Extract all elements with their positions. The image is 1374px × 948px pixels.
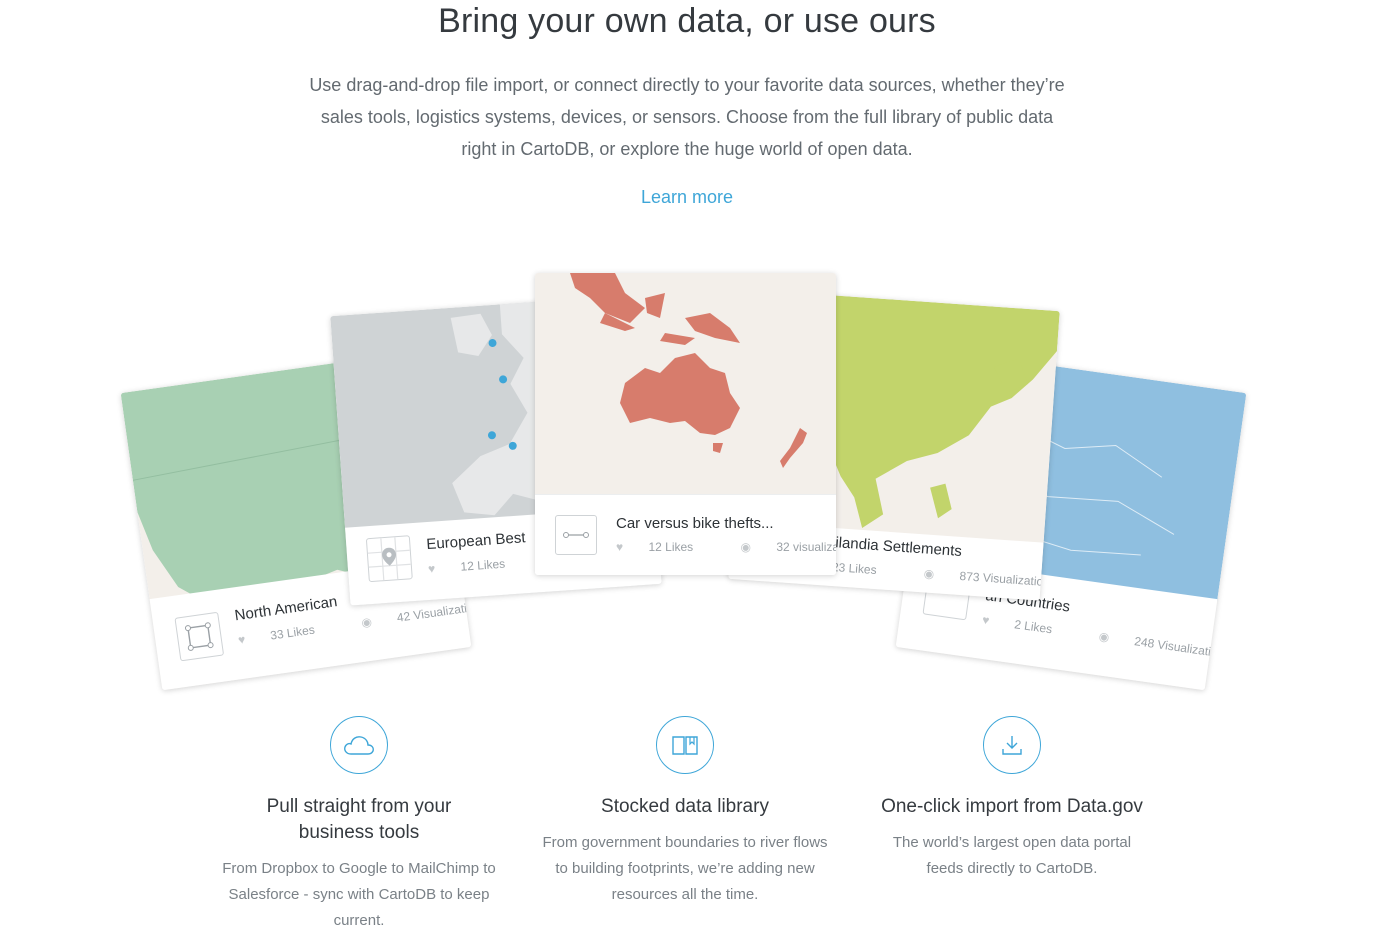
eye-icon: ◉ <box>360 614 373 630</box>
feature-text: From government boundaries to river flow… <box>542 834 828 903</box>
feature-title: Pull straight from your business tools <box>266 796 452 843</box>
card-title: Car versus bike thefts... <box>616 515 774 532</box>
map-thumbnail <box>535 273 836 495</box>
views-count: 42 Visualizations <box>395 598 472 625</box>
heart-icon: ♥ <box>427 561 436 577</box>
download-icon <box>983 716 1041 774</box>
heart-icon: ♥ <box>237 632 247 648</box>
route-icon <box>555 515 597 555</box>
feature-text: The world’s largest open data portal fee… <box>892 834 1132 877</box>
card-title: North American <box>233 593 339 625</box>
section-title: Bring your own data, or use ours <box>438 2 936 40</box>
feature-data-gov-import: One-click import from Data.gov The world… <box>862 716 1162 882</box>
learn-more-link[interactable]: Learn more <box>0 187 1374 208</box>
feature-title: One-click import from Data.gov <box>881 796 1143 817</box>
views-count: 32 visualizations <box>776 540 836 554</box>
feature-data-library: Stocked data library From government bou… <box>535 716 835 908</box>
heart-icon: ♥ <box>981 612 991 628</box>
feature-text: From Dropbox to Google to MailChimp to S… <box>222 860 496 929</box>
eye-icon: ◉ <box>1097 629 1111 645</box>
feature-business-tools: Pull straight from your business tools F… <box>209 716 509 934</box>
feature-title: Stocked data library <box>601 796 769 817</box>
likes-count: 12 Likes <box>460 556 506 574</box>
eye-icon: ◉ <box>923 566 935 582</box>
map-card-car-versus-bike-thefts[interactable]: Car versus bike thefts... ♥ 12 Likes ◉ 3… <box>535 273 836 575</box>
section-intro: Use drag-and-drop file import, or connec… <box>309 75 1065 159</box>
cloud-icon <box>330 716 388 774</box>
card-title: ailandia Settlements <box>826 533 963 560</box>
location-pin-icon <box>365 535 413 583</box>
card-title: European Best <box>425 529 527 554</box>
likes-count: 12 Likes <box>648 540 694 554</box>
heart-icon: ♥ <box>616 540 624 554</box>
eye-icon: ◉ <box>740 540 751 554</box>
dataset-icon <box>174 611 225 662</box>
likes-count: 2 Likes <box>1013 617 1054 637</box>
likes-count: 33 Likes <box>269 622 316 643</box>
views-count: 248 Visualizations <box>1133 634 1231 662</box>
book-icon <box>656 716 714 774</box>
